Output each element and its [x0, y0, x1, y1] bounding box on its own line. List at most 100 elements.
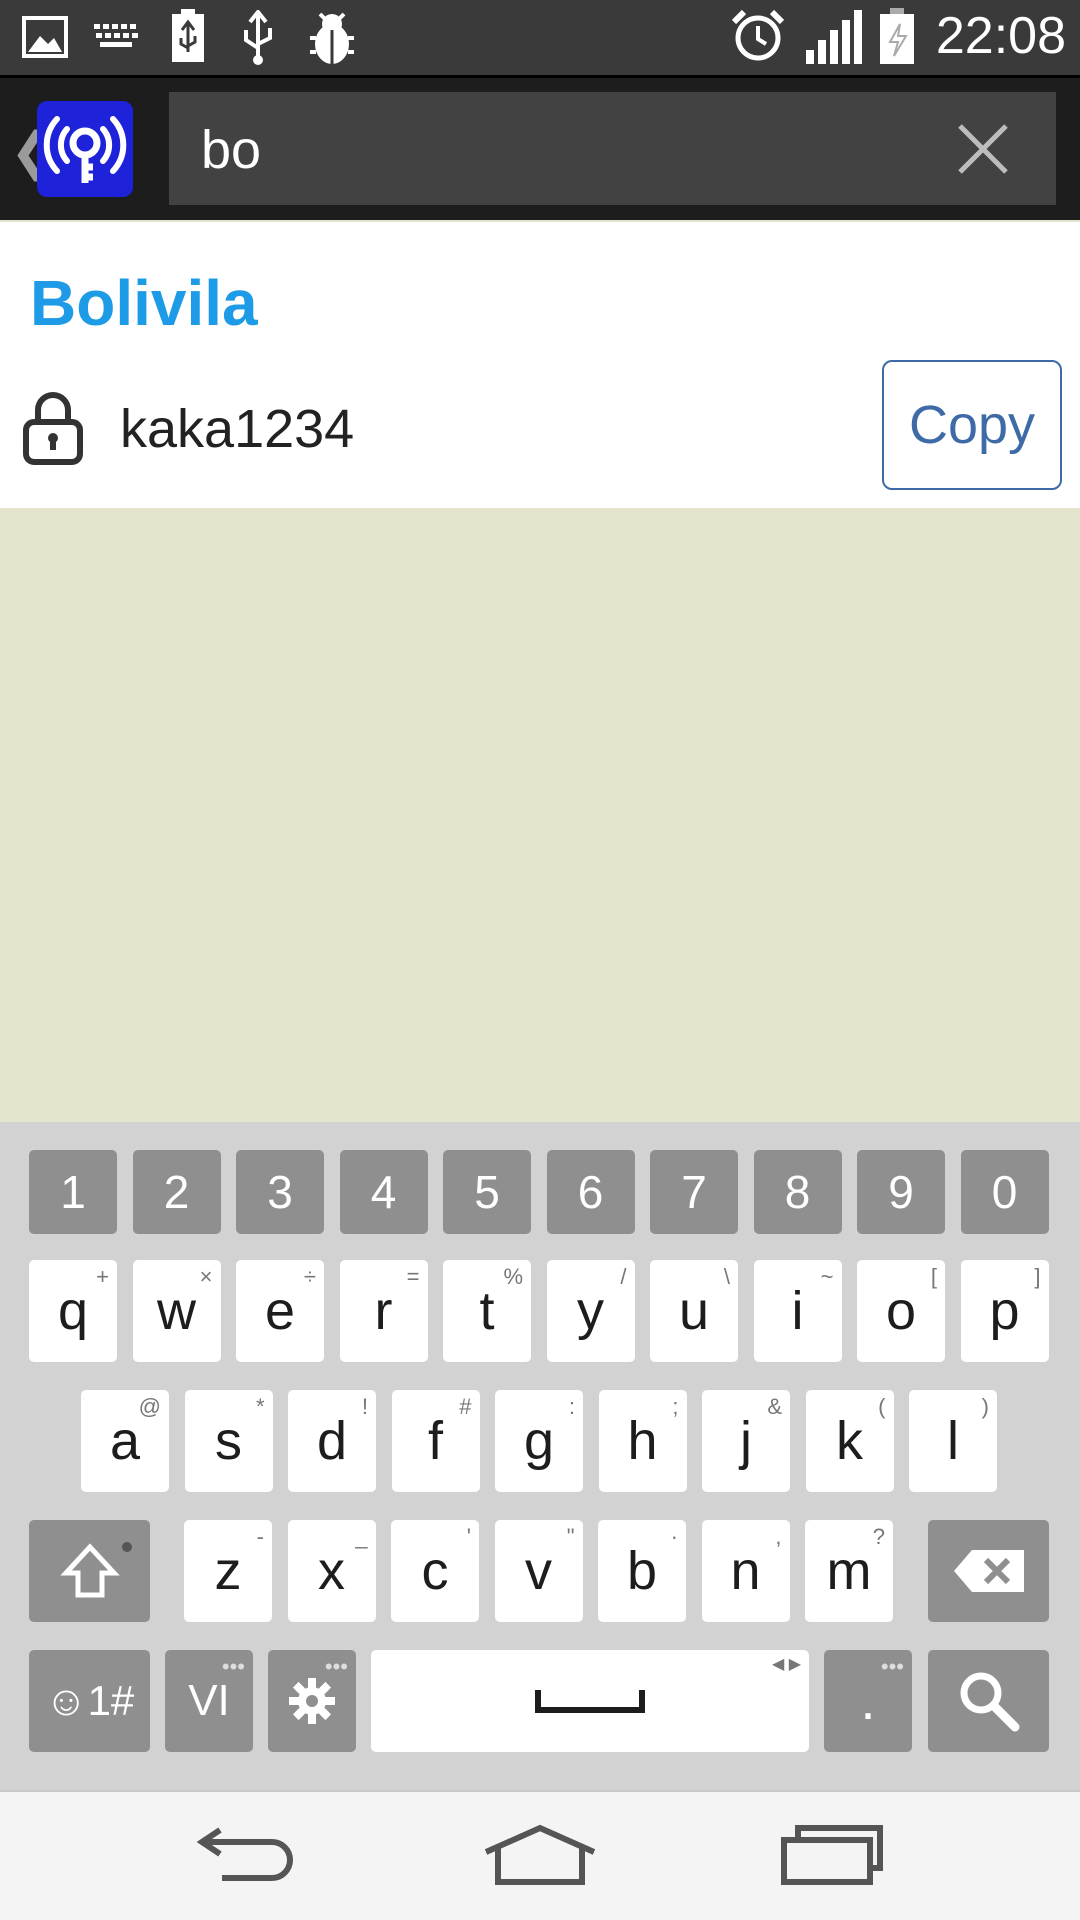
- key-secondary-label: @: [138, 1394, 161, 1419]
- shift-icon: [59, 1543, 120, 1598]
- key-e[interactable]: e ÷: [236, 1260, 324, 1362]
- period-key[interactable]: . •••: [824, 1650, 912, 1752]
- home-icon[interactable]: [482, 1822, 598, 1886]
- key-c[interactable]: c ': [391, 1520, 479, 1622]
- key-6[interactable]: 6: [546, 1150, 635, 1234]
- key-j[interactable]: j &: [702, 1390, 790, 1492]
- key-secondary-label: \: [723, 1264, 730, 1289]
- key-secondary-label: ,: [775, 1524, 782, 1549]
- key-4[interactable]: 4: [339, 1150, 428, 1234]
- key-secondary-label: [: [930, 1264, 937, 1289]
- key-label: q: [57, 1281, 89, 1341]
- key-secondary-label: !: [361, 1394, 368, 1419]
- key-secondary-label: ?: [872, 1524, 885, 1549]
- backspace-icon: [953, 1550, 1024, 1592]
- key-8[interactable]: 8: [753, 1150, 842, 1234]
- key-secondary-label: ': [466, 1524, 471, 1549]
- key-y[interactable]: y /: [546, 1260, 635, 1362]
- key-v[interactable]: v ": [494, 1520, 583, 1622]
- keyboard: 1 2 3 4 5 6 7 8 9 0 q + w × e ÷ r = t% y / u \ i ~ o[p] a @ s * d! f # g:…: [0, 1122, 1080, 1790]
- recent-apps-icon[interactable]: [780, 1822, 884, 1886]
- key-f[interactable]: f #: [391, 1390, 480, 1492]
- lock-icon: [23, 392, 83, 465]
- key-t[interactable]: t%: [443, 1260, 531, 1362]
- back-icon[interactable]: [196, 1822, 300, 1886]
- key-b[interactable]: b ·: [598, 1520, 686, 1622]
- space-icon: [535, 1690, 645, 1713]
- key-label: m: [826, 1541, 872, 1601]
- backspace-key[interactable]: [928, 1520, 1049, 1622]
- key-secondary-label: (: [878, 1394, 886, 1419]
- key-u[interactable]: u \: [650, 1260, 738, 1362]
- key-label: 1: [60, 1166, 86, 1218]
- key-s[interactable]: s *: [184, 1390, 273, 1492]
- alarm-icon: [731, 9, 785, 61]
- key-5[interactable]: 5: [443, 1150, 531, 1234]
- key-p[interactable]: p]: [960, 1260, 1049, 1362]
- key-secondary-label: ×: [199, 1264, 213, 1289]
- key-label: 9: [888, 1166, 914, 1218]
- key-1[interactable]: 1: [29, 1150, 117, 1234]
- symbols-key[interactable]: ☺1#: [29, 1650, 150, 1752]
- key-label: k: [836, 1411, 863, 1471]
- status-bar: 22:08: [0, 0, 1080, 75]
- key-x[interactable]: x _: [287, 1520, 376, 1622]
- key-label: f: [427, 1411, 443, 1471]
- key-secondary-label: ÷: [303, 1264, 316, 1289]
- key-label: n: [730, 1541, 761, 1601]
- key-label: 5: [474, 1166, 500, 1218]
- key-secondary-label: &: [767, 1394, 782, 1419]
- language-key[interactable]: VI •••: [165, 1650, 253, 1752]
- key-label: 6: [577, 1166, 604, 1218]
- app-logo-icon[interactable]: [37, 101, 133, 197]
- search-input[interactable]: [199, 114, 943, 186]
- key-label: r: [374, 1281, 393, 1341]
- key-9[interactable]: 9: [857, 1150, 945, 1234]
- search-key[interactable]: [928, 1650, 1049, 1752]
- key-secondary-label: =: [406, 1264, 420, 1289]
- key-label: v: [525, 1541, 552, 1601]
- key-l[interactable]: l): [909, 1390, 997, 1492]
- key-h[interactable]: h;: [598, 1390, 687, 1492]
- usb-icon: [244, 10, 272, 65]
- key-label: e: [264, 1281, 296, 1341]
- key-label: c: [421, 1541, 449, 1601]
- key-i[interactable]: i ~: [753, 1260, 842, 1362]
- key-m[interactable]: m?: [805, 1520, 893, 1622]
- key-3[interactable]: 3: [236, 1150, 324, 1234]
- key-label: z: [214, 1541, 242, 1601]
- key-7[interactable]: 7: [650, 1150, 738, 1234]
- space-key[interactable]: ◀ ▶: [371, 1650, 809, 1752]
- key-label: b: [626, 1541, 658, 1601]
- usb-battery-icon: [172, 9, 204, 62]
- key-label: o: [885, 1281, 917, 1341]
- close-icon[interactable]: [956, 122, 1010, 176]
- key-d[interactable]: d!: [288, 1390, 376, 1492]
- key-w[interactable]: w ×: [132, 1260, 221, 1362]
- key-2[interactable]: 2: [132, 1150, 221, 1234]
- key-secondary-label: ;: [672, 1394, 679, 1419]
- key-r[interactable]: r =: [339, 1260, 428, 1362]
- copy-button[interactable]: Copy: [882, 360, 1062, 490]
- key-label: i: [791, 1281, 804, 1341]
- entry-title[interactable]: Bolivila: [30, 266, 258, 340]
- search-icon: [960, 1672, 1019, 1732]
- key-0[interactable]: 0: [960, 1150, 1049, 1234]
- key-q[interactable]: q +: [29, 1260, 117, 1362]
- key-n[interactable]: n,: [701, 1520, 790, 1622]
- key-o[interactable]: o[: [857, 1260, 945, 1362]
- key-secondary-label: %: [503, 1264, 523, 1289]
- app-bar: ❮: [0, 75, 1080, 220]
- key-label: g: [523, 1411, 555, 1471]
- key-z[interactable]: z-: [184, 1520, 272, 1622]
- key-secondary-label: _: [355, 1524, 368, 1549]
- settings-key[interactable]: •••: [268, 1650, 356, 1752]
- key-g[interactable]: g:: [495, 1390, 583, 1492]
- more-indicator-icon: •••: [324, 1654, 348, 1679]
- shift-key[interactable]: [29, 1520, 150, 1622]
- key-secondary-label: ": [566, 1524, 575, 1549]
- key-label: d: [316, 1411, 348, 1471]
- key-k[interactable]: k(: [805, 1390, 894, 1492]
- key-a[interactable]: a @: [81, 1390, 169, 1492]
- key-label: w: [157, 1281, 196, 1341]
